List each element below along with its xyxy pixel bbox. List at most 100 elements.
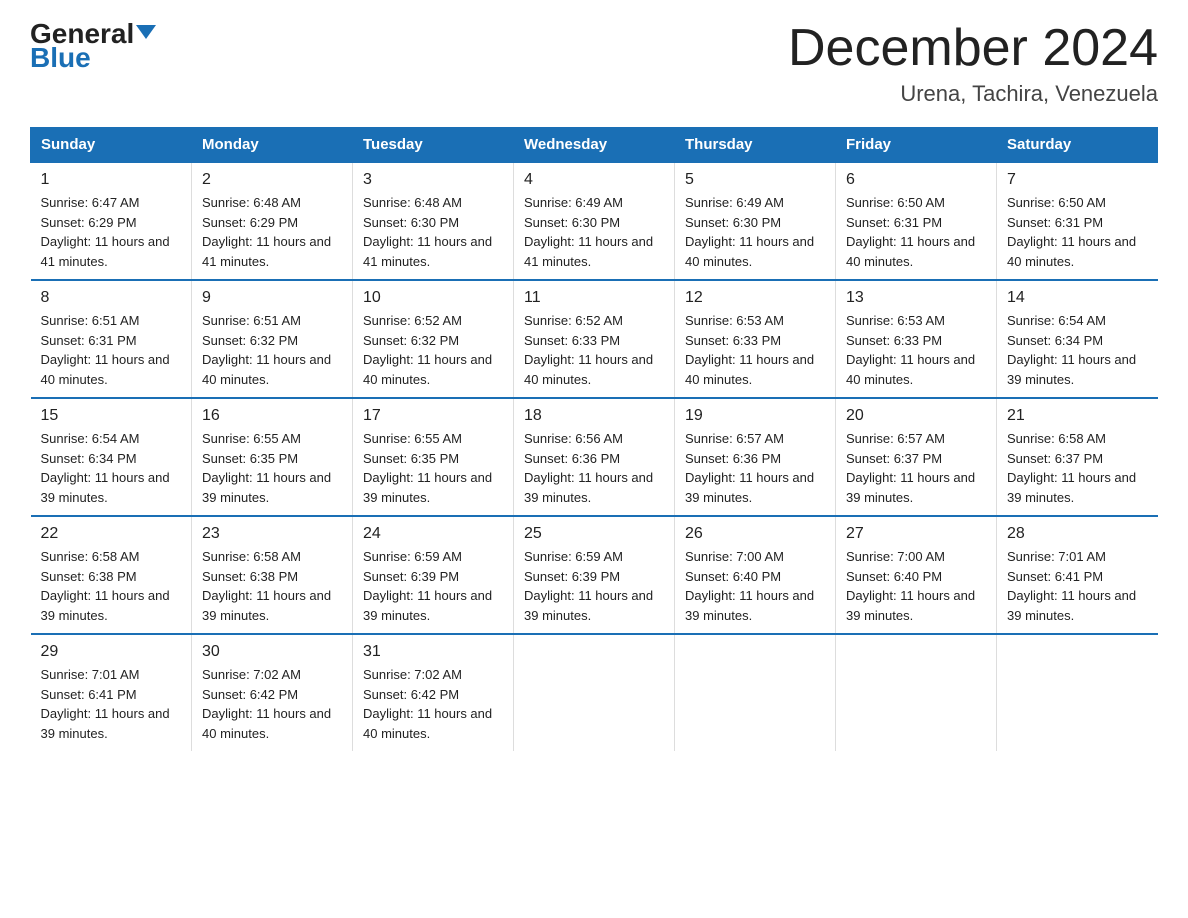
day-info: Sunrise: 6:50 AMSunset: 6:31 PMDaylight:…: [846, 195, 975, 269]
calendar-cell: 3 Sunrise: 6:48 AMSunset: 6:30 PMDayligh…: [353, 162, 514, 280]
calendar-week-1: 1 Sunrise: 6:47 AMSunset: 6:29 PMDayligh…: [31, 162, 1158, 280]
calendar-cell: 7 Sunrise: 6:50 AMSunset: 6:31 PMDayligh…: [997, 162, 1158, 280]
day-number: 9: [202, 289, 342, 307]
day-number: 31: [363, 643, 503, 661]
day-number: 25: [524, 525, 664, 543]
day-number: 30: [202, 643, 342, 661]
day-info: Sunrise: 6:55 AMSunset: 6:35 PMDaylight:…: [363, 431, 492, 505]
day-number: 11: [524, 289, 664, 307]
day-info: Sunrise: 6:52 AMSunset: 6:32 PMDaylight:…: [363, 313, 492, 387]
calendar-cell: 12 Sunrise: 6:53 AMSunset: 6:33 PMDaylig…: [675, 280, 836, 398]
day-number: 1: [41, 171, 182, 189]
calendar-cell: 27 Sunrise: 7:00 AMSunset: 6:40 PMDaylig…: [836, 516, 997, 634]
day-info: Sunrise: 6:50 AMSunset: 6:31 PMDaylight:…: [1007, 195, 1136, 269]
day-number: 10: [363, 289, 503, 307]
calendar-body: 1 Sunrise: 6:47 AMSunset: 6:29 PMDayligh…: [31, 162, 1158, 751]
calendar-cell: 28 Sunrise: 7:01 AMSunset: 6:41 PMDaylig…: [997, 516, 1158, 634]
calendar-subtitle: Urena, Tachira, Venezuela: [788, 81, 1158, 107]
day-info: Sunrise: 7:02 AMSunset: 6:42 PMDaylight:…: [202, 667, 331, 741]
title-block: December 2024 Urena, Tachira, Venezuela: [788, 20, 1158, 107]
page-header: General Blue December 2024 Urena, Tachir…: [30, 20, 1158, 107]
day-info: Sunrise: 6:58 AMSunset: 6:38 PMDaylight:…: [202, 549, 331, 623]
calendar-week-5: 29 Sunrise: 7:01 AMSunset: 6:41 PMDaylig…: [31, 634, 1158, 751]
day-number: 2: [202, 171, 342, 189]
day-number: 21: [1007, 407, 1148, 425]
header-monday: Monday: [192, 128, 353, 163]
day-number: 13: [846, 289, 986, 307]
calendar-cell: 5 Sunrise: 6:49 AMSunset: 6:30 PMDayligh…: [675, 162, 836, 280]
day-number: 18: [524, 407, 664, 425]
logo-blue: Blue: [30, 44, 91, 72]
calendar-cell: 29 Sunrise: 7:01 AMSunset: 6:41 PMDaylig…: [31, 634, 192, 751]
calendar-cell: 17 Sunrise: 6:55 AMSunset: 6:35 PMDaylig…: [353, 398, 514, 516]
calendar-week-2: 8 Sunrise: 6:51 AMSunset: 6:31 PMDayligh…: [31, 280, 1158, 398]
header-tuesday: Tuesday: [353, 128, 514, 163]
calendar-cell: 10 Sunrise: 6:52 AMSunset: 6:32 PMDaylig…: [353, 280, 514, 398]
calendar-cell: 21 Sunrise: 6:58 AMSunset: 6:37 PMDaylig…: [997, 398, 1158, 516]
calendar-cell: 15 Sunrise: 6:54 AMSunset: 6:34 PMDaylig…: [31, 398, 192, 516]
day-number: 7: [1007, 171, 1148, 189]
day-number: 23: [202, 525, 342, 543]
day-number: 3: [363, 171, 503, 189]
calendar-cell: 24 Sunrise: 6:59 AMSunset: 6:39 PMDaylig…: [353, 516, 514, 634]
header-wednesday: Wednesday: [514, 128, 675, 163]
calendar-cell: [514, 634, 675, 751]
calendar-cell: 23 Sunrise: 6:58 AMSunset: 6:38 PMDaylig…: [192, 516, 353, 634]
header-sunday: Sunday: [31, 128, 192, 163]
day-number: 14: [1007, 289, 1148, 307]
day-number: 29: [41, 643, 182, 661]
day-info: Sunrise: 6:54 AMSunset: 6:34 PMDaylight:…: [1007, 313, 1136, 387]
calendar-cell: 13 Sunrise: 6:53 AMSunset: 6:33 PMDaylig…: [836, 280, 997, 398]
calendar-table: Sunday Monday Tuesday Wednesday Thursday…: [30, 127, 1158, 751]
calendar-title: December 2024: [788, 20, 1158, 77]
calendar-cell: 22 Sunrise: 6:58 AMSunset: 6:38 PMDaylig…: [31, 516, 192, 634]
day-info: Sunrise: 6:59 AMSunset: 6:39 PMDaylight:…: [363, 549, 492, 623]
header-friday: Friday: [836, 128, 997, 163]
header-saturday: Saturday: [997, 128, 1158, 163]
logo-arrow-icon: [136, 25, 156, 39]
day-info: Sunrise: 6:56 AMSunset: 6:36 PMDaylight:…: [524, 431, 653, 505]
calendar-cell: 4 Sunrise: 6:49 AMSunset: 6:30 PMDayligh…: [514, 162, 675, 280]
day-header-row: Sunday Monday Tuesday Wednesday Thursday…: [31, 128, 1158, 163]
day-info: Sunrise: 6:58 AMSunset: 6:38 PMDaylight:…: [41, 549, 170, 623]
calendar-week-4: 22 Sunrise: 6:58 AMSunset: 6:38 PMDaylig…: [31, 516, 1158, 634]
calendar-cell: 26 Sunrise: 7:00 AMSunset: 6:40 PMDaylig…: [675, 516, 836, 634]
day-info: Sunrise: 6:49 AMSunset: 6:30 PMDaylight:…: [524, 195, 653, 269]
day-info: Sunrise: 7:02 AMSunset: 6:42 PMDaylight:…: [363, 667, 492, 741]
day-info: Sunrise: 6:53 AMSunset: 6:33 PMDaylight:…: [846, 313, 975, 387]
day-number: 22: [41, 525, 182, 543]
calendar-week-3: 15 Sunrise: 6:54 AMSunset: 6:34 PMDaylig…: [31, 398, 1158, 516]
day-number: 12: [685, 289, 825, 307]
day-number: 20: [846, 407, 986, 425]
calendar-cell: [675, 634, 836, 751]
day-number: 5: [685, 171, 825, 189]
calendar-cell: 11 Sunrise: 6:52 AMSunset: 6:33 PMDaylig…: [514, 280, 675, 398]
header-thursday: Thursday: [675, 128, 836, 163]
day-info: Sunrise: 6:59 AMSunset: 6:39 PMDaylight:…: [524, 549, 653, 623]
calendar-cell: [836, 634, 997, 751]
day-info: Sunrise: 7:00 AMSunset: 6:40 PMDaylight:…: [846, 549, 975, 623]
calendar-cell: 9 Sunrise: 6:51 AMSunset: 6:32 PMDayligh…: [192, 280, 353, 398]
day-number: 4: [524, 171, 664, 189]
calendar-cell: 19 Sunrise: 6:57 AMSunset: 6:36 PMDaylig…: [675, 398, 836, 516]
day-number: 28: [1007, 525, 1148, 543]
calendar-cell: 25 Sunrise: 6:59 AMSunset: 6:39 PMDaylig…: [514, 516, 675, 634]
day-info: Sunrise: 6:57 AMSunset: 6:37 PMDaylight:…: [846, 431, 975, 505]
day-number: 15: [41, 407, 182, 425]
logo: General Blue: [30, 20, 156, 72]
calendar-cell: 20 Sunrise: 6:57 AMSunset: 6:37 PMDaylig…: [836, 398, 997, 516]
day-number: 6: [846, 171, 986, 189]
calendar-cell: [997, 634, 1158, 751]
day-info: Sunrise: 6:53 AMSunset: 6:33 PMDaylight:…: [685, 313, 814, 387]
day-number: 24: [363, 525, 503, 543]
day-info: Sunrise: 6:55 AMSunset: 6:35 PMDaylight:…: [202, 431, 331, 505]
day-info: Sunrise: 7:01 AMSunset: 6:41 PMDaylight:…: [1007, 549, 1136, 623]
day-info: Sunrise: 6:49 AMSunset: 6:30 PMDaylight:…: [685, 195, 814, 269]
calendar-cell: 16 Sunrise: 6:55 AMSunset: 6:35 PMDaylig…: [192, 398, 353, 516]
day-info: Sunrise: 7:00 AMSunset: 6:40 PMDaylight:…: [685, 549, 814, 623]
day-info: Sunrise: 6:57 AMSunset: 6:36 PMDaylight:…: [685, 431, 814, 505]
day-info: Sunrise: 6:54 AMSunset: 6:34 PMDaylight:…: [41, 431, 170, 505]
calendar-cell: 18 Sunrise: 6:56 AMSunset: 6:36 PMDaylig…: [514, 398, 675, 516]
day-number: 27: [846, 525, 986, 543]
calendar-header: Sunday Monday Tuesday Wednesday Thursday…: [31, 128, 1158, 163]
